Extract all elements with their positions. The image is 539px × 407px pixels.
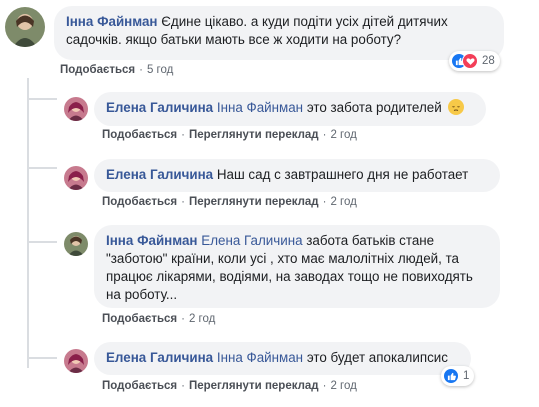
comment-text: садочків. якщо батьки мають все ж ходити…	[66, 32, 402, 47]
comment-author[interactable]: Елена Галичина	[106, 167, 213, 182]
separator: ·	[322, 380, 327, 392]
comment-actions: Подобається · Переглянути переклад · 2 год	[102, 129, 357, 141]
comment-bubble: Елена Галичина Інна Файнман это забота р…	[94, 92, 486, 126]
separator: ·	[181, 313, 185, 325]
like-button[interactable]: Подобається	[102, 196, 177, 208]
reaction-count: 28	[482, 55, 495, 67]
mention-link[interactable]: Інна Файнман	[217, 350, 303, 365]
comment-text: "заботою" країни, коли усі , хто має мал…	[106, 251, 460, 266]
comment-text: працює лікарями, водіями, на заводах тощ…	[106, 269, 473, 284]
thread-line	[27, 78, 29, 368]
avatar[interactable]	[64, 232, 88, 256]
comment-text: забота батьків стане	[306, 233, 435, 248]
thread-hook	[27, 98, 57, 100]
comment-author[interactable]: Елена Галичина	[106, 100, 213, 115]
separator: ·	[181, 129, 185, 141]
like-button[interactable]: Подобається	[102, 313, 177, 325]
timestamp[interactable]: 2 год	[330, 129, 356, 141]
reactions-badge[interactable]: 1	[441, 366, 475, 386]
avatar[interactable]	[64, 166, 88, 190]
see-translation-link[interactable]: Переглянути переклад	[189, 196, 319, 208]
timestamp[interactable]: 5 год	[147, 64, 173, 76]
comment-actions: Подобається · Переглянути переклад · 2 год	[102, 196, 357, 208]
like-button[interactable]: Подобається	[102, 380, 177, 392]
separator: ·	[139, 64, 143, 76]
reaction-count: 1	[463, 370, 470, 382]
like-button[interactable]: Подобається	[102, 129, 177, 141]
comment-actions: Подобається · 5 год	[60, 64, 173, 76]
see-translation-link[interactable]: Переглянути переклад	[189, 380, 319, 392]
comment-actions: Подобається · Переглянути переклад · 2 год	[102, 380, 357, 392]
see-translation-link[interactable]: Переглянути переклад	[189, 129, 319, 141]
comment-bubble: Елена Галичина Інна Файнман это будет ап…	[94, 342, 471, 375]
thread-hook	[27, 241, 57, 243]
avatar[interactable]	[64, 97, 88, 121]
comment-text: на роботу...	[106, 287, 178, 302]
mention-link[interactable]: Інна Файнман	[217, 100, 303, 115]
timestamp[interactable]: 2 год	[330, 196, 356, 208]
avatar[interactable]	[64, 349, 88, 373]
comment-text: Наш сад с завтрашнего дня не работает	[216, 167, 469, 182]
comment-bubble: Елена Галичина Наш сад с завтрашнего дня…	[94, 159, 500, 192]
thread-hook	[27, 357, 57, 359]
like-button[interactable]: Подобається	[60, 64, 135, 76]
separator: ·	[181, 196, 185, 208]
comment-author[interactable]: Інна Файнман	[106, 233, 198, 248]
pensive-face-icon	[448, 99, 465, 115]
comment-author[interactable]: Елена Галичина	[106, 350, 213, 365]
reactions-badge[interactable]: 28	[449, 51, 500, 71]
timestamp[interactable]: 2 год	[330, 380, 356, 392]
comment-text: это забота родителей	[306, 100, 442, 115]
timestamp[interactable]: 2 год	[189, 313, 215, 325]
thread-hook	[27, 167, 57, 169]
comment-author[interactable]: Інна Файнман	[66, 14, 158, 29]
separator: ·	[181, 380, 185, 392]
separator: ·	[322, 129, 327, 141]
mention-link[interactable]: Елена Галичина	[201, 233, 302, 248]
comment-text: это будет апокалипсис	[306, 350, 448, 365]
comment-bubble: Інна Файнман Елена Галичина забота батьк…	[94, 225, 500, 308]
comment-actions: Подобається · 2 год	[102, 313, 215, 325]
separator: ·	[322, 196, 327, 208]
love-icon	[462, 53, 478, 69]
comment-text: Єдине цікаво. а куди подіти усіх дітей д…	[161, 14, 448, 29]
like-icon	[443, 368, 459, 384]
comment-bubble: Інна Файнман Єдине цікаво. а куди подіти…	[54, 6, 504, 60]
avatar[interactable]	[5, 7, 45, 47]
